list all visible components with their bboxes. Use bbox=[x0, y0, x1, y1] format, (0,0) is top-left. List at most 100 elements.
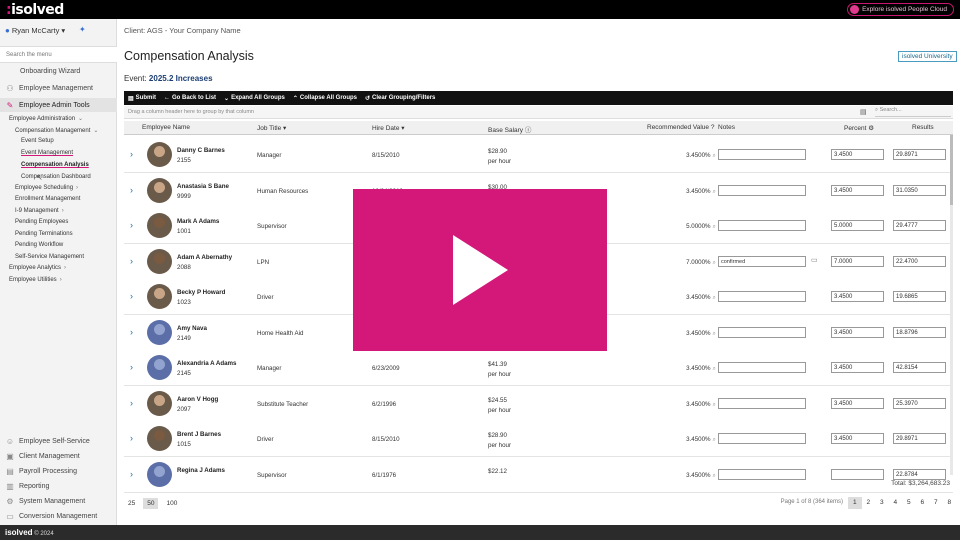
sidebar-sub-pending-terminations[interactable]: Pending Terminations bbox=[15, 231, 73, 237]
notes-field[interactable] bbox=[718, 326, 806, 338]
expand-chevron-icon[interactable]: › bbox=[130, 291, 133, 301]
zoom-icon[interactable]: ⌕ bbox=[713, 472, 716, 479]
expand-chevron-icon[interactable]: › bbox=[130, 256, 133, 266]
notes-field[interactable] bbox=[718, 397, 806, 409]
zoom-icon[interactable]: ⌕ bbox=[713, 330, 716, 337]
percent-field[interactable]: 3.4500 bbox=[831, 184, 884, 196]
clear-grouping-button[interactable]: ↺ Clear Grouping/Filters bbox=[365, 95, 435, 102]
table-row[interactable]: › Alexandria A Adams 2145 Manager 6/23/2009 $… bbox=[124, 350, 953, 386]
employee-name[interactable]: Aaron V Hogg bbox=[177, 396, 218, 403]
table-row[interactable]: › Danny C Barnes 2155 Manager 8/15/2010 $28.9… bbox=[124, 137, 953, 173]
results-field[interactable]: 22.4700 bbox=[893, 255, 946, 267]
sidebar-sub-enrollment-management[interactable]: Enrollment Management bbox=[15, 196, 80, 202]
notes-field[interactable] bbox=[718, 468, 806, 480]
employee-name[interactable]: Mark A Adams bbox=[177, 218, 219, 225]
employee-name[interactable]: Anastasia S Bane bbox=[177, 183, 229, 190]
results-field[interactable]: 31.0350 bbox=[893, 184, 946, 196]
notes-field[interactable] bbox=[718, 220, 806, 231]
sidebar-sub-i9-management[interactable]: I-9 Management › bbox=[15, 208, 64, 214]
results-field[interactable]: 25.3970 bbox=[893, 397, 946, 409]
col-percent[interactable]: Percent ⚙ bbox=[844, 124, 874, 132]
results-field[interactable]: 42.8154 bbox=[893, 362, 946, 373]
notes-field[interactable] bbox=[718, 149, 806, 160]
scrollbar-thumb[interactable] bbox=[950, 135, 953, 205]
info-icon[interactable]: ⓘ bbox=[525, 127, 532, 134]
expand-chevron-icon[interactable]: › bbox=[130, 185, 133, 195]
percent-field[interactable]: 7.0000 bbox=[831, 255, 884, 267]
notes-field[interactable] bbox=[718, 291, 806, 302]
page-size-option[interactable]: 50 bbox=[143, 498, 159, 509]
results-field[interactable]: 19.6865 bbox=[893, 291, 946, 302]
expand-all-button[interactable]: ⌄ Expand All Groups bbox=[224, 95, 285, 102]
employee-name[interactable]: Becky P Howard bbox=[177, 289, 225, 296]
sidebar-item-onboarding-wizard[interactable]: Onboarding Wizard bbox=[0, 68, 117, 75]
sidebar-item-employee-admin-tools[interactable]: ✎ Employee Admin Tools bbox=[0, 98, 117, 112]
sidebar-sub-compensation-dashboard[interactable]: Compensation Dashboard bbox=[21, 174, 91, 180]
sidebar-sub-compensation-analysis[interactable]: Compensation Analysis bbox=[21, 162, 89, 168]
page-button[interactable]: 1 bbox=[848, 497, 862, 509]
col-recommended-value[interactable]: Recommended Value ? bbox=[647, 124, 714, 131]
zoom-icon[interactable]: ⌕ bbox=[713, 401, 716, 408]
expand-chevron-icon[interactable]: › bbox=[130, 398, 133, 408]
percent-field[interactable] bbox=[831, 468, 884, 480]
page-size-option[interactable]: 25 bbox=[124, 498, 139, 509]
expand-chevron-icon[interactable]: › bbox=[130, 469, 133, 479]
results-field[interactable]: 29.8971 bbox=[893, 149, 946, 160]
submit-button[interactable]: ▤ Submit bbox=[128, 95, 156, 102]
isolved-logo[interactable]: :isolved bbox=[6, 2, 64, 18]
table-row[interactable]: › Regina J Adams Supervisor 6/1/1976 $22.12 3… bbox=[124, 456, 953, 493]
user-menu[interactable]: ● Ryan McCarty ▾ bbox=[5, 26, 65, 35]
employee-name[interactable]: Adam A Abernathy bbox=[177, 254, 232, 261]
sidebar-item-conversion-management[interactable]: ▭ Conversion Management bbox=[0, 512, 117, 521]
page-button[interactable]: 6 bbox=[916, 497, 930, 509]
filter-icon[interactable]: ▾ bbox=[401, 125, 404, 132]
help-icon[interactable]: ? bbox=[711, 124, 715, 131]
zoom-icon[interactable]: ⌕ bbox=[713, 259, 716, 266]
note-icon[interactable]: ▭ bbox=[811, 256, 818, 264]
page-size-option[interactable]: 100 bbox=[162, 498, 181, 509]
results-field[interactable]: 22.8784 bbox=[893, 468, 946, 480]
results-field[interactable]: 29.8971 bbox=[893, 433, 946, 444]
col-base-salary[interactable]: Base Salary ⓘ bbox=[488, 124, 531, 134]
zoom-icon[interactable]: ⌕ bbox=[713, 365, 716, 372]
gear-icon[interactable]: ⚙ bbox=[868, 125, 874, 132]
expand-chevron-icon[interactable]: › bbox=[130, 149, 133, 159]
employee-name[interactable]: Amy Nava bbox=[177, 325, 207, 332]
expand-chevron-icon[interactable]: › bbox=[130, 220, 133, 230]
zoom-icon[interactable]: ⌕ bbox=[713, 152, 716, 159]
zoom-icon[interactable]: ⌕ bbox=[713, 223, 716, 230]
go-back-button[interactable]: ← Go Back to List bbox=[164, 95, 216, 101]
sidebar-item-client-management[interactable]: ▣ Client Management bbox=[0, 452, 117, 461]
pin-icon[interactable]: ✦ bbox=[79, 25, 86, 34]
collapse-all-button[interactable]: ⌃ Collapse All Groups bbox=[293, 95, 357, 102]
group-drop-area[interactable]: Drag a column header here to group by th… bbox=[124, 106, 953, 119]
percent-field[interactable]: 3.4500 bbox=[831, 149, 884, 160]
video-play-button[interactable] bbox=[353, 189, 607, 351]
results-field[interactable]: 18.8796 bbox=[893, 326, 946, 338]
sidebar-sub-pending-workflow[interactable]: Pending Workflow bbox=[15, 242, 63, 248]
sidebar-sub-compensation-management[interactable]: Compensation Management ⌄ bbox=[15, 127, 98, 134]
notes-field[interactable] bbox=[718, 433, 806, 444]
sidebar-sub-employee-administration[interactable]: Employee Administration ⌄ bbox=[9, 115, 83, 122]
expand-chevron-icon[interactable]: › bbox=[130, 362, 133, 372]
export-icon[interactable]: ▤ bbox=[860, 108, 867, 116]
employee-name[interactable]: Alexandria A Adams bbox=[177, 360, 237, 367]
sidebar-sub-event-management[interactable]: Event Management bbox=[21, 150, 73, 156]
percent-field[interactable]: 3.4500 bbox=[831, 326, 884, 338]
employee-name[interactable]: Danny C Barnes bbox=[177, 147, 225, 154]
employee-name[interactable]: Brent J Barnes bbox=[177, 431, 221, 438]
page-button[interactable]: 5 bbox=[902, 497, 916, 509]
table-row[interactable]: › Brent J Barnes 1015 Driver 8/15/2010 $28.90… bbox=[124, 421, 953, 457]
sidebar-sub-employee-scheduling[interactable]: Employee Scheduling › bbox=[15, 185, 78, 191]
page-button[interactable]: 4 bbox=[889, 497, 903, 509]
isolved-university-link[interactable]: isolved University bbox=[898, 51, 957, 62]
sidebar-item-system-management[interactable]: ⚙ System Management bbox=[0, 497, 117, 506]
sidebar-sub-self-service-management[interactable]: Self-Service Management bbox=[15, 254, 84, 260]
sidebar-item-employee-self-service[interactable]: ☺ Employee Self-Service bbox=[0, 437, 117, 446]
col-results[interactable]: Results bbox=[912, 124, 934, 131]
filter-icon[interactable]: ▾ bbox=[283, 125, 286, 132]
sidebar-sub-employee-utilities[interactable]: Employee Utilities › bbox=[9, 277, 62, 283]
sidebar-item-payroll-processing[interactable]: ▤ Payroll Processing bbox=[0, 467, 117, 476]
percent-field[interactable]: 3.4500 bbox=[831, 362, 884, 373]
zoom-icon[interactable]: ⌕ bbox=[713, 188, 716, 195]
